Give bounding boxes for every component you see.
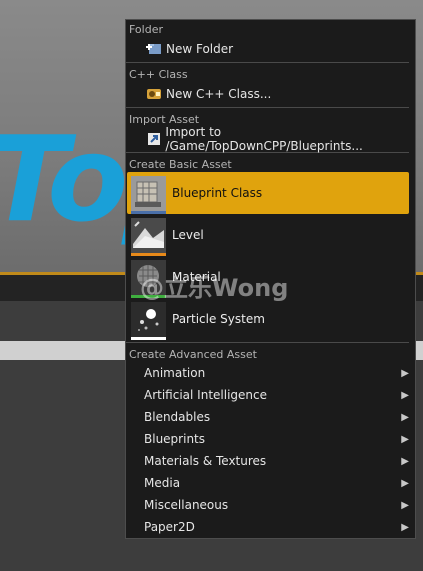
submenu-blueprints[interactable]: Blueprints ▶ bbox=[126, 428, 415, 450]
cpp-class-header: C++ Class bbox=[129, 68, 188, 81]
chevron-right-icon: ▶ bbox=[401, 389, 409, 401]
submenu-paper2d[interactable]: Paper2D ▶ bbox=[126, 516, 415, 538]
level-item[interactable]: Level bbox=[127, 214, 409, 256]
level-icon bbox=[131, 217, 166, 256]
particle-system-label: Particle System bbox=[172, 312, 265, 326]
chevron-right-icon: ▶ bbox=[401, 521, 409, 533]
context-menu: Folder New Folder C++ Class New C++ Clas… bbox=[125, 19, 416, 539]
particle-system-item[interactable]: Particle System bbox=[127, 298, 409, 340]
cpp-class-icon bbox=[144, 85, 164, 103]
submenu-label: Miscellaneous bbox=[144, 498, 229, 512]
material-label: Material bbox=[172, 270, 221, 284]
chevron-right-icon: ▶ bbox=[401, 367, 409, 379]
submenu-animation[interactable]: Animation ▶ bbox=[126, 362, 415, 384]
submenu-label: Artificial Intelligence bbox=[144, 388, 267, 402]
submenu-label: Animation bbox=[144, 366, 206, 380]
submenu-media[interactable]: Media ▶ bbox=[126, 472, 415, 494]
level-label: Level bbox=[172, 228, 204, 242]
folder-header: Folder bbox=[129, 23, 163, 36]
advanced-asset-header: Create Advanced Asset bbox=[129, 348, 257, 361]
separator bbox=[126, 62, 409, 63]
blueprint-class-icon bbox=[131, 175, 166, 214]
new-cpp-class-label: New C++ Class... bbox=[166, 86, 272, 101]
new-folder-label: New Folder bbox=[166, 41, 234, 56]
chevron-right-icon: ▶ bbox=[401, 433, 409, 445]
particle-system-icon bbox=[131, 301, 166, 340]
submenu-label: Media bbox=[144, 476, 181, 490]
basic-asset-header: Create Basic Asset bbox=[129, 158, 232, 171]
submenu-label: Blendables bbox=[144, 410, 211, 424]
blueprint-class-item[interactable]: Blueprint Class bbox=[127, 172, 409, 214]
material-item[interactable]: Material bbox=[127, 256, 409, 298]
submenu-label: Blueprints bbox=[144, 432, 206, 446]
submenu-materials-textures[interactable]: Materials & Textures ▶ bbox=[126, 450, 415, 472]
submenu-blendables[interactable]: Blendables ▶ bbox=[126, 406, 415, 428]
chevron-right-icon: ▶ bbox=[401, 499, 409, 511]
new-cpp-class-item[interactable]: New C++ Class... bbox=[126, 82, 415, 105]
submenu-miscellaneous[interactable]: Miscellaneous ▶ bbox=[126, 494, 415, 516]
separator bbox=[126, 342, 409, 343]
import-label: Import to /Game/TopDownCPP/Blueprints... bbox=[165, 124, 363, 153]
new-folder-item[interactable]: New Folder bbox=[126, 37, 415, 60]
blueprint-class-label: Blueprint Class bbox=[172, 186, 263, 200]
submenu-artificial-intelligence[interactable]: Artificial Intelligence ▶ bbox=[126, 384, 415, 406]
chevron-right-icon: ▶ bbox=[401, 455, 409, 467]
separator bbox=[126, 107, 409, 108]
import-icon bbox=[144, 130, 163, 148]
chevron-right-icon: ▶ bbox=[401, 477, 409, 489]
material-icon bbox=[131, 259, 166, 298]
chevron-right-icon: ▶ bbox=[401, 411, 409, 423]
new-folder-icon bbox=[144, 40, 164, 58]
submenu-label: Paper2D bbox=[144, 520, 195, 534]
import-item[interactable]: Import to /Game/TopDownCPP/Blueprints... bbox=[126, 124, 415, 153]
submenu-label: Materials & Textures bbox=[144, 454, 267, 468]
